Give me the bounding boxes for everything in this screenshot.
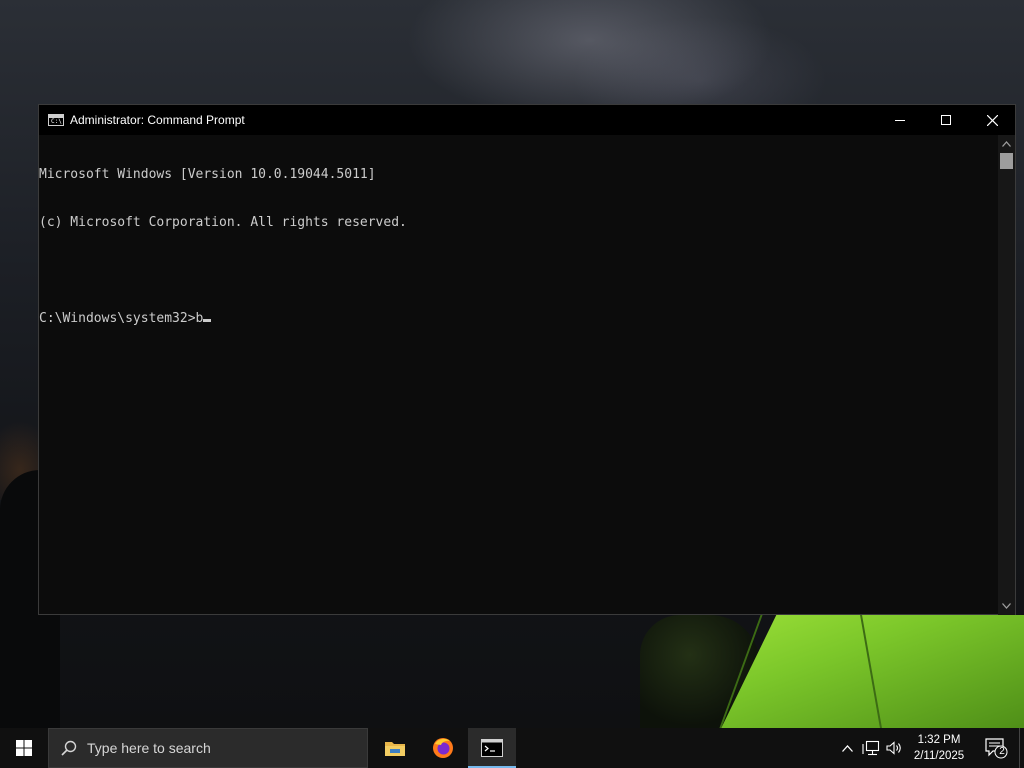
search-icon: [61, 740, 77, 756]
show-hidden-icons-button[interactable]: [838, 728, 856, 768]
console-line: (c) Microsoft Corporation. All rights re…: [39, 215, 407, 230]
taskbar-command-prompt[interactable]: [468, 728, 516, 768]
close-button[interactable]: [969, 105, 1015, 135]
cmd-icon[interactable]: C:\: [48, 114, 64, 126]
show-desktop-button[interactable]: [1019, 728, 1024, 768]
windows-logo-icon: [16, 740, 32, 756]
prompt-text: C:\Windows\system32>b: [39, 311, 204, 326]
notification-count-badge: 2: [999, 746, 1005, 757]
text-cursor: [203, 319, 212, 322]
chevron-up-icon: [841, 744, 853, 752]
network-button[interactable]: [860, 728, 882, 768]
folder-icon: [385, 742, 405, 756]
maximize-icon: [941, 115, 951, 125]
taskbar-firefox[interactable]: [419, 728, 467, 768]
console-output[interactable]: Microsoft Windows [Version 10.0.19044.50…: [39, 135, 999, 615]
taskbar: Type here to search 1:32 PM 2/11/2025 2: [0, 728, 1024, 768]
console-prompt-line[interactable]: C:\Windows\system32>b: [39, 311, 999, 327]
clock-time: 1:32 PM: [917, 734, 961, 746]
action-center-button[interactable]: 2: [978, 728, 1014, 768]
chevron-down-icon: [1002, 603, 1011, 609]
maximize-button[interactable]: [923, 105, 969, 135]
console-line: Microsoft Windows [Version 10.0.19044.50…: [39, 167, 376, 182]
taskbar-search-box[interactable]: Type here to search: [48, 728, 368, 768]
title-bar[interactable]: C:\ Administrator: Command Prompt: [39, 105, 1015, 135]
chevron-up-icon: [1002, 141, 1011, 147]
start-button[interactable]: [0, 728, 48, 768]
search-placeholder: Type here to search: [87, 740, 211, 756]
clock-date: 2/11/2025: [913, 750, 965, 762]
network-icon: [862, 740, 880, 756]
minimize-button[interactable]: [877, 105, 923, 135]
taskbar-file-explorer[interactable]: [371, 728, 419, 768]
scrollbar-thumb[interactable]: [1000, 153, 1013, 169]
cmd-icon: [481, 739, 503, 757]
volume-button[interactable]: [884, 728, 906, 768]
vertical-scrollbar[interactable]: [998, 135, 1015, 615]
firefox-icon: [433, 738, 453, 758]
close-icon: [986, 114, 998, 126]
scroll-down-button[interactable]: [998, 599, 1015, 613]
window-controls: [877, 105, 1015, 135]
window-title: Administrator: Command Prompt: [70, 113, 245, 127]
command-prompt-window[interactable]: C:\ Administrator: Command Prompt Micros…: [38, 104, 1016, 615]
scroll-up-button[interactable]: [998, 137, 1015, 151]
cmd-icon-glyph: C:\: [51, 118, 62, 125]
taskbar-clock[interactable]: 1:32 PM 2/11/2025: [904, 728, 974, 768]
speaker-icon: [886, 741, 901, 755]
minimize-icon: [895, 120, 905, 121]
